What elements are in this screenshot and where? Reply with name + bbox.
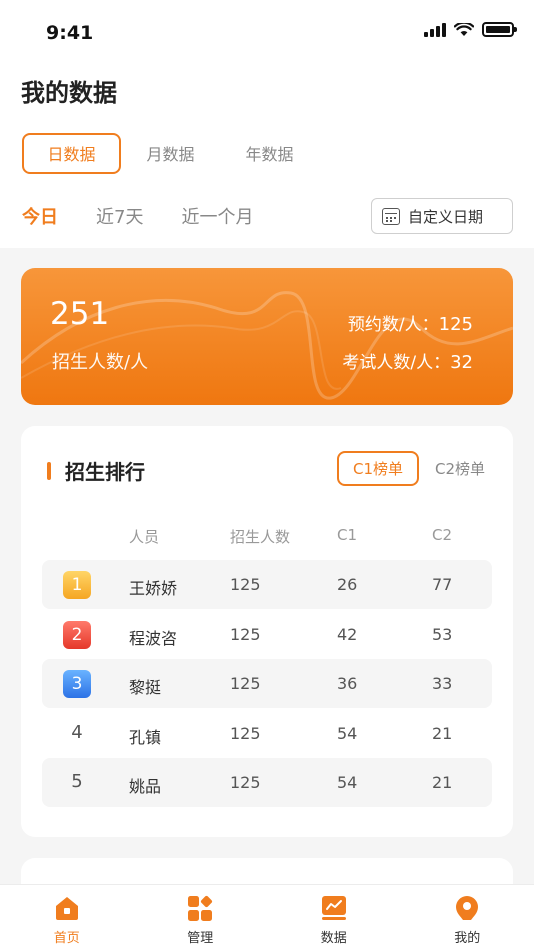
table-row[interactable]: 1 王娇娇 125 26 77	[42, 560, 492, 609]
row-c1: 42	[337, 625, 358, 644]
custom-date-button[interactable]: 自定义日期	[371, 198, 513, 234]
tab-mine[interactable]: 我的	[401, 885, 534, 950]
battery-icon	[482, 22, 517, 37]
row-c2: 21	[432, 724, 453, 743]
reserve-value: 125	[438, 314, 473, 335]
tab-month-data[interactable]: 月数据	[121, 133, 220, 174]
row-name: 姚品	[129, 777, 162, 796]
table-row[interactable]: 3 黎挺 125 36 33	[42, 659, 492, 708]
row-count: 125	[230, 773, 261, 792]
page-title: 我的数据	[21, 79, 117, 107]
table-header: 人员 招生人数 C1 C2	[42, 526, 492, 546]
header-count: 招生人数	[230, 528, 291, 546]
chart-icon	[321, 896, 346, 920]
status-time: 9:41	[46, 22, 94, 44]
rank-medal-blue: 3	[63, 670, 91, 698]
row-count: 125	[230, 575, 261, 594]
range-tabs: 今日 近7天 近一个月	[22, 203, 253, 229]
row-count: 125	[230, 724, 261, 743]
bottom-tabbar: 首页 管理 数据 我的	[0, 884, 534, 950]
period-tabs: 日数据 月数据 年数据	[22, 133, 319, 174]
reserve-stat: 预约数/人：125	[348, 310, 473, 335]
tab-today[interactable]: 今日	[22, 203, 58, 229]
row-c2: 53	[432, 625, 453, 644]
row-c2: 21	[432, 773, 453, 792]
tab-mine-label: 我的	[454, 931, 481, 946]
row-count: 125	[230, 674, 261, 693]
signal-icon	[424, 22, 446, 37]
custom-date-label: 自定义日期	[408, 207, 484, 226]
row-c2: 77	[432, 575, 453, 594]
grid-icon	[188, 895, 213, 921]
table-row[interactable]: 5 姚品 125 54 21	[42, 758, 492, 807]
rank-medal-red: 2	[63, 621, 91, 649]
tab-last-7-days[interactable]: 近7天	[96, 203, 143, 229]
home-icon	[55, 897, 78, 920]
wifi-icon	[454, 22, 474, 36]
rank-number: 5	[71, 771, 83, 792]
tab-last-month[interactable]: 近一个月	[181, 203, 253, 229]
status-bar: 9:41	[0, 0, 534, 60]
board-tabs: C1榜单 C2榜单	[337, 451, 501, 486]
row-name: 程波咨	[129, 629, 178, 648]
tab-day-data[interactable]: 日数据	[22, 133, 121, 174]
tab-manage[interactable]: 管理	[134, 885, 268, 950]
wave-decoration	[21, 291, 513, 400]
row-c1: 54	[337, 773, 358, 792]
header-c2: C2	[432, 526, 453, 544]
title-accent-bar	[47, 461, 51, 480]
enroll-label: 招生人数/人	[52, 352, 149, 373]
status-icons	[424, 22, 517, 37]
exam-label: 考试人数/人：	[342, 353, 451, 373]
row-name: 王娇娇	[129, 579, 178, 598]
ranking-card: 招生排行 C1榜单 C2榜单 人员 招生人数 C1 C2 1 王娇娇 125 2…	[21, 426, 513, 837]
table-row[interactable]: 2 程波咨 125 42 53	[42, 610, 492, 659]
profile-icon	[456, 896, 479, 920]
tab-home-label: 首页	[53, 931, 80, 946]
rank-medal-gold: 1	[63, 571, 91, 599]
ranking-title: 招生排行	[47, 456, 145, 485]
stats-card: 251 招生人数/人 预约数/人：125 考试人数/人：32	[21, 268, 513, 405]
row-count: 125	[230, 625, 261, 644]
row-name: 黎挺	[129, 678, 162, 697]
header-name: 人员	[129, 528, 160, 546]
tab-manage-label: 管理	[187, 931, 214, 946]
row-c1: 26	[337, 575, 358, 594]
exam-value: 32	[450, 352, 473, 373]
tab-c1-board[interactable]: C1榜单	[337, 451, 420, 486]
row-c1: 36	[337, 674, 358, 693]
calendar-icon	[382, 207, 400, 225]
reserve-label: 预约数/人：	[347, 315, 439, 335]
ranking-title-text: 招生排行	[65, 460, 145, 484]
enroll-count: 251	[50, 296, 110, 332]
row-name: 孔镇	[129, 728, 162, 747]
tab-data[interactable]: 数据	[267, 885, 401, 950]
tab-data-label: 数据	[320, 931, 347, 946]
tab-home[interactable]: 首页	[0, 885, 134, 950]
row-c2: 33	[432, 674, 453, 693]
tab-c2-board[interactable]: C2榜单	[419, 451, 501, 486]
row-c1: 54	[337, 724, 358, 743]
table-row[interactable]: 4 孔镇 125 54 21	[42, 709, 492, 758]
exam-stat: 考试人数/人：32	[342, 348, 473, 373]
header-c1: C1	[337, 526, 358, 544]
tab-year-data[interactable]: 年数据	[220, 133, 319, 174]
rank-number: 4	[71, 722, 83, 743]
